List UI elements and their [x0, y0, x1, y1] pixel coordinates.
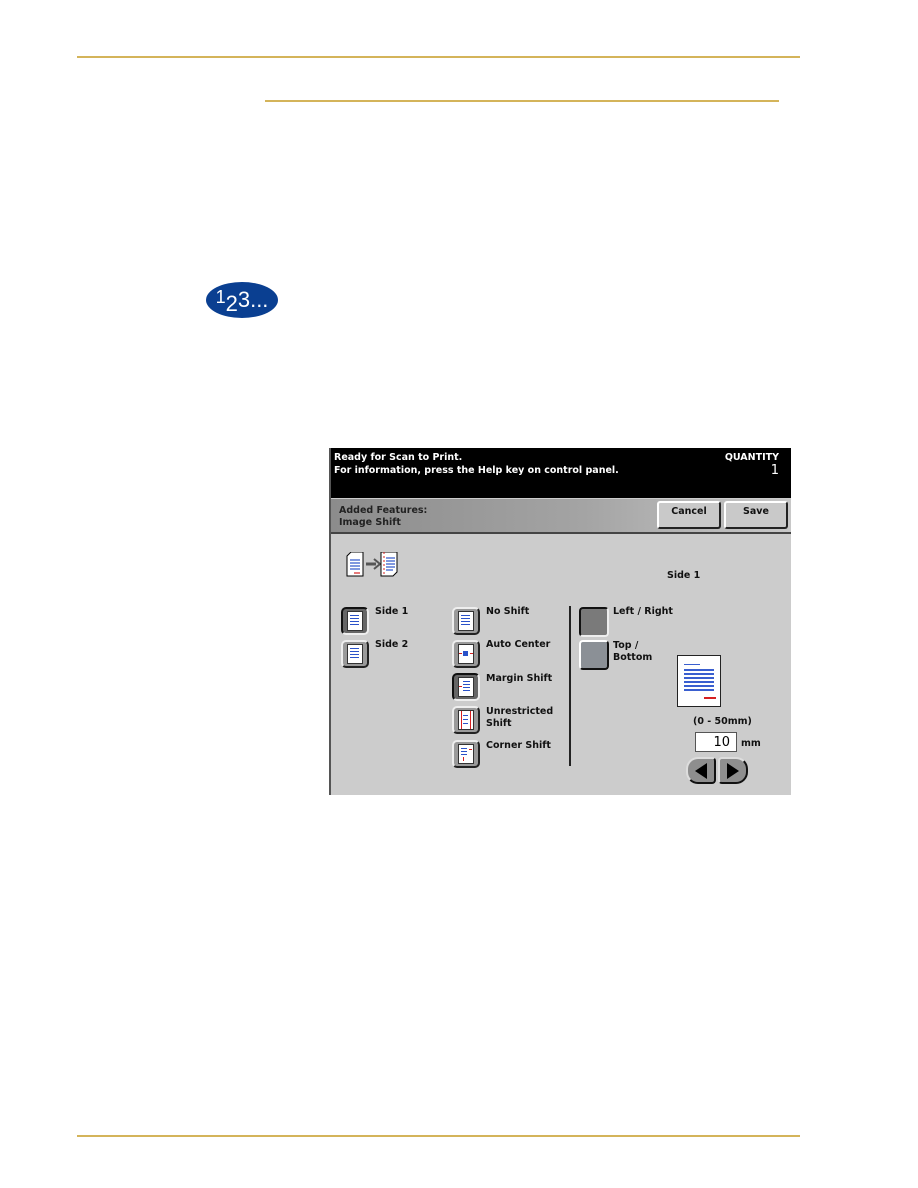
side-2-button[interactable]	[341, 640, 369, 668]
document-icon	[347, 611, 363, 631]
arrow-right-icon	[727, 762, 739, 779]
left-right-label: Left / Right	[613, 606, 673, 617]
section-rule	[265, 100, 779, 102]
range-label: (0 - 50mm)	[693, 716, 752, 727]
no-shift-label: No Shift	[486, 606, 530, 617]
side-1-label: Side 1	[375, 606, 409, 617]
help-message: For information, press the Help key on c…	[334, 465, 619, 476]
margin-shift-label: Margin Shift	[486, 673, 553, 684]
steps-icon: 1 2 3...	[206, 282, 278, 318]
message-bar: Ready for Scan to Print. For information…	[331, 448, 791, 498]
feature-titlebar: Added Features: Image Shift Cancel Save	[331, 499, 791, 534]
touch-screen: Ready for Scan to Print. For information…	[329, 448, 791, 795]
margin-shift-icon	[458, 677, 474, 697]
decrease-button[interactable]	[686, 757, 716, 784]
header-rule	[77, 56, 800, 58]
no-shift-button[interactable]	[452, 607, 480, 635]
margin-shift-button[interactable]	[452, 673, 480, 701]
side-2-label: Side 2	[375, 639, 409, 650]
top-bottom-button[interactable]	[579, 640, 609, 670]
quantity-value: 1	[770, 463, 779, 478]
document-back-icon	[347, 644, 363, 664]
save-button[interactable]: Save	[724, 501, 788, 529]
side-1-button[interactable]	[341, 607, 369, 635]
current-side-label: Side 1	[667, 570, 701, 581]
no-shift-icon	[458, 611, 474, 631]
unit-label: mm	[741, 738, 761, 749]
feature-title: Image Shift	[339, 517, 401, 528]
unrestricted-shift-label: Unrestricted Shift	[486, 706, 554, 729]
corner-shift-button[interactable]	[452, 740, 480, 768]
image-shift-icon	[346, 552, 398, 577]
page-preview-icon	[677, 655, 721, 707]
cancel-button[interactable]: Cancel	[657, 501, 721, 529]
increase-button[interactable]	[718, 757, 748, 784]
auto-center-label: Auto Center	[486, 639, 551, 650]
panel-divider	[569, 606, 571, 766]
left-right-button[interactable]	[579, 607, 609, 637]
footer-rule	[77, 1135, 800, 1137]
corner-shift-label: Corner Shift	[486, 740, 551, 751]
arrow-left-icon	[695, 762, 707, 779]
steps-digit-1: 1	[215, 286, 226, 307]
auto-center-icon	[458, 644, 474, 664]
steps-digit-3: 3...	[237, 287, 269, 312]
auto-center-button[interactable]	[452, 640, 480, 668]
top-bottom-label: Top / Bottom	[613, 640, 653, 663]
shift-amount-field[interactable]: 10	[695, 732, 737, 752]
feature-category: Added Features:	[339, 505, 428, 516]
unrestricted-shift-button[interactable]	[452, 706, 480, 734]
steps-digit-2: 2	[225, 291, 238, 316]
unrestricted-shift-icon	[458, 710, 474, 730]
status-message: Ready for Scan to Print.	[334, 452, 463, 463]
quantity-label: QUANTITY	[724, 452, 779, 463]
corner-shift-icon	[458, 744, 474, 764]
